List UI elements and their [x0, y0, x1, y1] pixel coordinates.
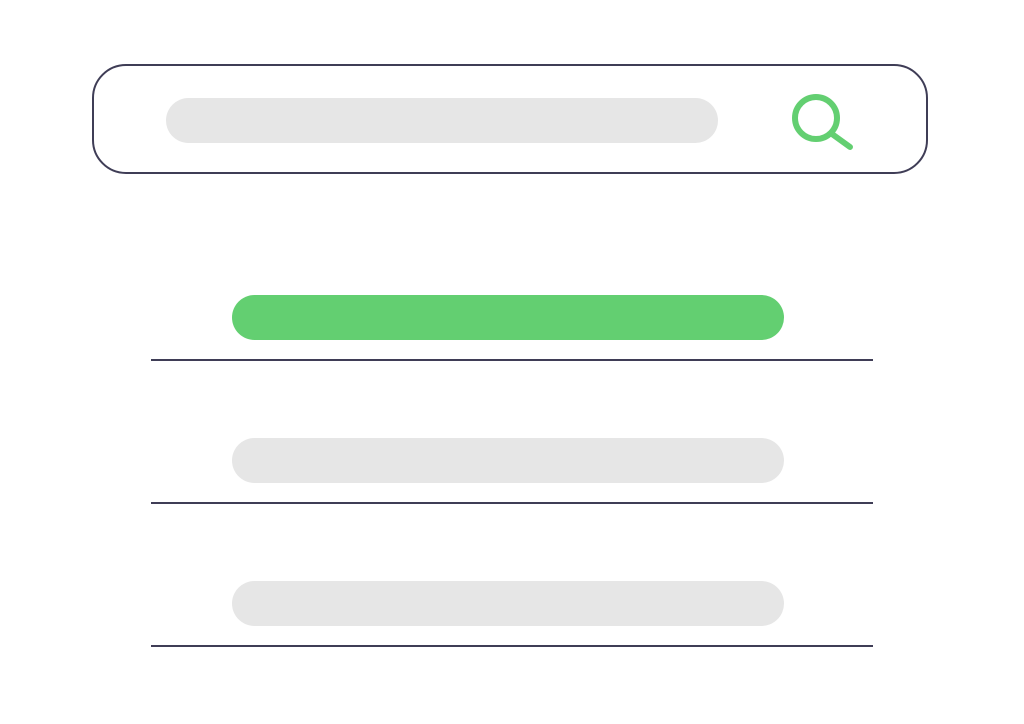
result-item[interactable] — [151, 295, 873, 438]
result-divider — [151, 645, 873, 647]
result-divider — [151, 359, 873, 361]
search-button[interactable] — [784, 86, 864, 156]
result-divider — [151, 502, 873, 504]
result-item[interactable] — [151, 438, 873, 581]
result-item-bar — [232, 438, 784, 483]
search-icon — [792, 94, 853, 150]
result-item-bar — [232, 295, 784, 340]
result-item[interactable] — [151, 581, 873, 724]
search-bar — [92, 64, 928, 174]
search-input[interactable] — [166, 98, 718, 143]
result-item-bar — [232, 581, 784, 626]
